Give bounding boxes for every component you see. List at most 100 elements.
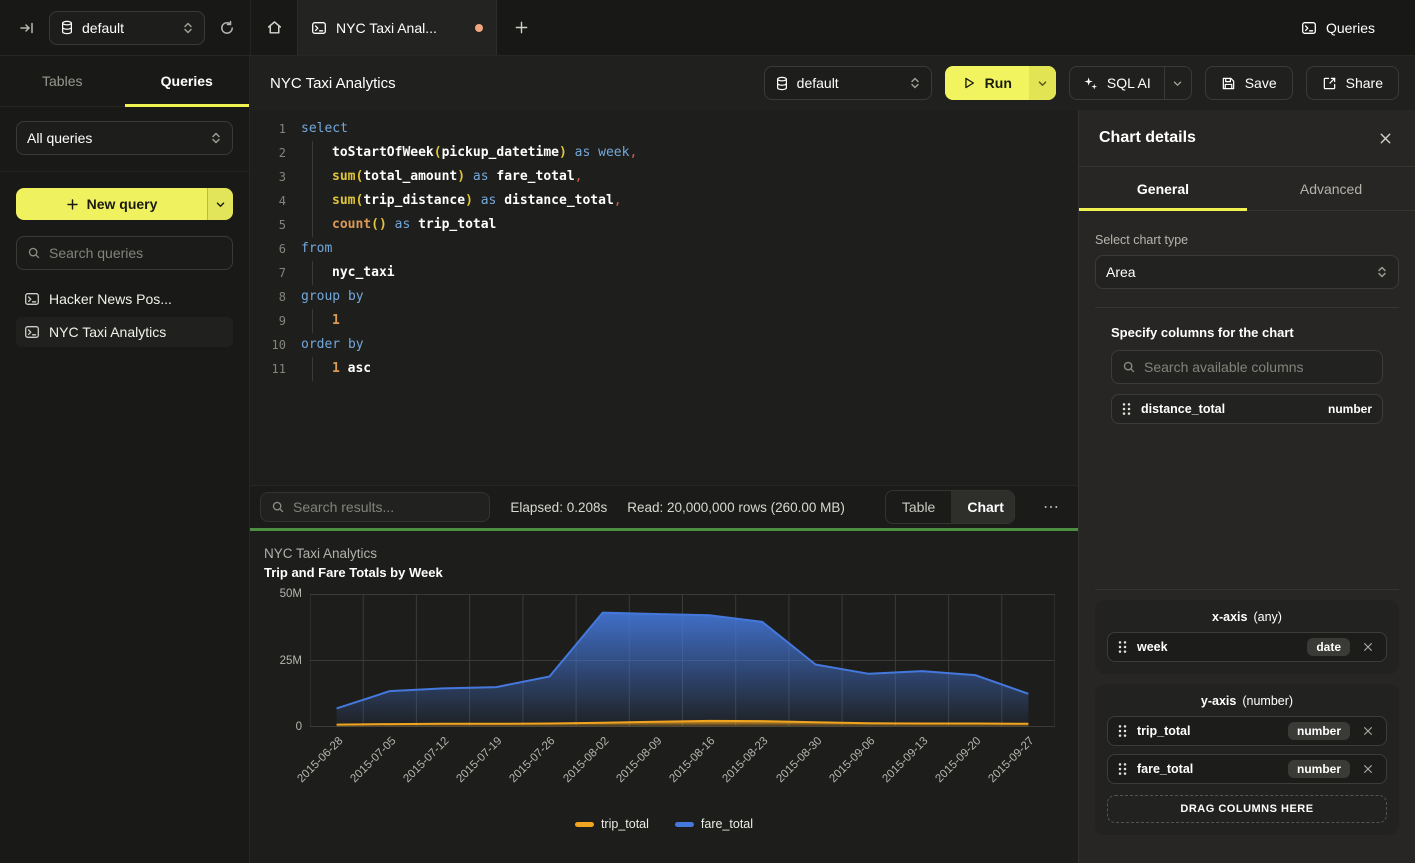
drag-columns-drop-zone[interactable]: DRAG COLUMNS HERE — [1107, 795, 1387, 823]
column-name: distance_total — [1141, 402, 1225, 416]
new-query-caret[interactable] — [207, 188, 233, 220]
line-number: 7 — [250, 261, 286, 285]
code-line[interactable]: 8group by — [250, 285, 1078, 309]
database-icon — [60, 20, 74, 35]
close-icon — [1362, 725, 1374, 737]
center-column: 1select2toStartOfWeek(pickup_datetime) a… — [250, 110, 1078, 863]
query-title: NYC Taxi Analytics — [270, 75, 396, 92]
line-number: 2 — [250, 141, 286, 165]
refresh-button[interactable] — [216, 17, 238, 39]
line-number: 5 — [250, 213, 286, 237]
drag-handle-icon[interactable] — [1118, 640, 1127, 654]
sidebar-tab-tables[interactable]: Tables — [0, 56, 125, 106]
query-terminal-icon — [1301, 20, 1317, 36]
search-results-box — [260, 492, 490, 522]
database-selector-top[interactable]: default — [49, 11, 205, 45]
line-number: 8 — [250, 285, 286, 309]
close-icon — [1378, 131, 1393, 146]
column-type-badge: date — [1307, 638, 1350, 656]
sql-ai-caret[interactable] — [1164, 67, 1191, 99]
available-column-distance-total[interactable]: distance_total number — [1111, 394, 1383, 424]
results-more-button[interactable]: ⋯ — [1035, 497, 1068, 517]
y-axis-column-fare-total[interactable]: fare_total number — [1107, 754, 1387, 784]
database-selector-toolbar[interactable]: default — [764, 66, 932, 100]
new-query-label: New query — [87, 196, 158, 212]
sql-ai-button[interactable]: SQL AI — [1069, 66, 1192, 100]
drag-handle-icon[interactable] — [1118, 724, 1127, 738]
new-query-button[interactable]: New query — [16, 188, 233, 220]
tab-advanced[interactable]: Advanced — [1247, 167, 1415, 210]
code-text: nyc_taxi — [286, 261, 395, 285]
y-axis-column-trip-total[interactable]: trip_total number — [1107, 716, 1387, 746]
sql-editor[interactable]: 1select2toStartOfWeek(pickup_datetime) a… — [250, 110, 1078, 485]
code-text: count() as trip_total — [286, 213, 496, 237]
code-line[interactable]: 4sum(trip_distance) as distance_total, — [250, 189, 1078, 213]
code-line[interactable]: 3sum(total_amount) as fare_total, — [250, 165, 1078, 189]
queries-button[interactable]: Queries — [1301, 0, 1415, 55]
updown-chevron-icon — [182, 21, 194, 35]
code-line[interactable]: 10order by — [250, 333, 1078, 357]
home-tab[interactable] — [250, 0, 297, 55]
remove-column-button[interactable] — [1360, 639, 1376, 655]
share-button[interactable]: Share — [1306, 66, 1399, 100]
code-line[interactable]: 5count() as trip_total — [250, 213, 1078, 237]
code-line[interactable]: 111 asc — [250, 357, 1078, 381]
save-icon — [1221, 76, 1236, 91]
save-button[interactable]: Save — [1205, 66, 1293, 100]
search-results-input[interactable] — [293, 499, 479, 515]
chart-plot-area[interactable] — [310, 594, 1055, 727]
x-axis-header: x-axis (any) — [1107, 610, 1387, 624]
tab-general[interactable]: General — [1079, 167, 1247, 210]
view-tab-table[interactable]: Table — [886, 491, 951, 523]
code-line[interactable]: 6from — [250, 237, 1078, 261]
new-tab-button[interactable] — [497, 0, 546, 55]
sparkles-icon — [1083, 76, 1098, 91]
details-tabs: General Advanced — [1079, 166, 1415, 211]
new-query-main: New query — [16, 188, 207, 220]
x-axis-column-week[interactable]: week date — [1107, 632, 1387, 662]
remove-column-button[interactable] — [1360, 761, 1376, 777]
legend-item[interactable]: trip_total — [575, 817, 649, 831]
database-selector-value: default — [82, 20, 124, 36]
code-line[interactable]: 1select — [250, 117, 1078, 141]
updown-chevron-icon — [909, 76, 921, 90]
search-columns-input[interactable] — [1144, 359, 1372, 375]
legend-item[interactable]: fare_total — [675, 817, 753, 831]
share-button-label: Share — [1346, 75, 1383, 91]
drag-handle-icon[interactable] — [1122, 402, 1131, 416]
column-name: fare_total — [1137, 762, 1193, 776]
y-axis-tick-label: 0 — [260, 721, 302, 733]
queries-button-label: Queries — [1326, 20, 1375, 36]
legend-swatch — [575, 822, 594, 827]
close-details-button[interactable] — [1376, 129, 1395, 148]
body: Tables Queries All queries New query — [0, 56, 1415, 863]
indent-guide — [312, 261, 332, 285]
code-text: toStartOfWeek(pickup_datetime) as week, — [286, 141, 637, 165]
sidebar-tab-queries[interactable]: Queries — [125, 56, 250, 106]
collapse-sidebar-button[interactable] — [16, 17, 38, 39]
database-icon — [775, 76, 789, 91]
query-filter-value: All queries — [27, 130, 92, 146]
code-line[interactable]: 7nyc_taxi — [250, 261, 1078, 285]
elapsed-stat: Elapsed: 0.208s — [510, 500, 607, 515]
query-filter-select[interactable]: All queries — [16, 121, 233, 155]
code-line[interactable]: 91 — [250, 309, 1078, 333]
query-terminal-icon — [24, 291, 40, 307]
drag-handle-icon[interactable] — [1118, 762, 1127, 776]
code-line[interactable]: 2toStartOfWeek(pickup_datetime) as week, — [250, 141, 1078, 165]
query-terminal-icon — [24, 324, 40, 340]
tab-nyc-taxi-analytics[interactable]: NYC Taxi Anal... — [297, 0, 497, 55]
updown-chevron-icon — [1376, 265, 1388, 279]
chart-title: NYC Taxi Analytics — [264, 546, 377, 561]
run-button[interactable]: Run — [945, 66, 1056, 100]
view-tab-chart[interactable]: Chart — [951, 491, 1015, 523]
columns-group: Specify columns for the chart — [1111, 308, 1383, 424]
remove-column-button[interactable] — [1360, 723, 1376, 739]
run-options-caret[interactable] — [1029, 66, 1056, 100]
chart-details-panel: Chart details General Advanced Select ch… — [1078, 110, 1415, 863]
chart-type-select[interactable]: Area — [1095, 255, 1399, 289]
search-queries-input[interactable] — [49, 245, 222, 261]
tab-title: NYC Taxi Anal... — [336, 20, 466, 36]
query-list-item-nyc-taxi[interactable]: NYC Taxi Analytics — [16, 317, 233, 347]
query-list-item-hacker-news[interactable]: Hacker News Pos... — [16, 284, 233, 314]
